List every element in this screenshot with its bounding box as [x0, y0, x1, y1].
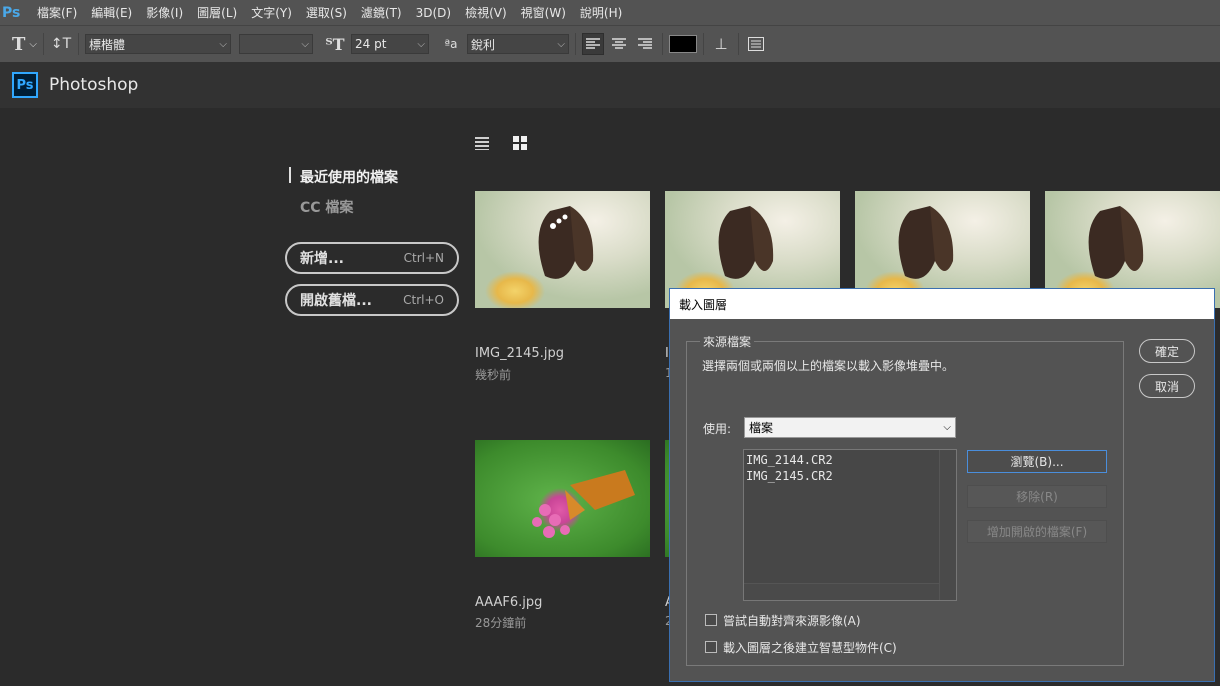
font-size-value: 24 pt [355, 37, 387, 51]
ok-button[interactable]: 確定 [1139, 339, 1195, 363]
open-file-label: 開啟舊檔... [300, 293, 372, 309]
antialias-icon: ªa [444, 37, 458, 51]
list-item[interactable]: IMG_2145.CR2 [746, 468, 954, 484]
use-label: 使用: [703, 422, 732, 436]
skipper-butterfly-photo [532, 470, 635, 538]
panel-icon [748, 37, 764, 51]
cancel-button[interactable]: 取消 [1139, 374, 1195, 398]
toolbar-divider [662, 33, 663, 55]
font-style-select[interactable]: ⌵ [239, 34, 313, 54]
toolbar-divider [575, 33, 576, 55]
cancel-button-label: 取消 [1154, 379, 1179, 394]
align-right-button[interactable] [634, 33, 656, 55]
menu-view[interactable]: 檢視(V) [458, 4, 514, 21]
chevron-down-icon: ⌵ [417, 38, 425, 50]
toolbar-divider [738, 33, 739, 55]
font-size-icon: ᵀT [325, 34, 345, 54]
align-left-icon [586, 38, 600, 49]
open-file-shortcut: Ctrl+O [403, 293, 444, 307]
use-select-value: 檔案 [749, 421, 774, 435]
photoshop-badge-icon: Ps [12, 72, 38, 98]
menu-3d[interactable]: 3D(D) [409, 6, 458, 20]
menu-layer[interactable]: 圖層(L) [190, 4, 244, 21]
load-layers-dialog: 載入圖層 來源檔案 選擇兩個或兩個以上的檔案以載入影像堆疊中。 使用: 檔案 ⌵… [669, 288, 1215, 682]
dialog-titlebar[interactable]: 載入圖層 [670, 289, 1214, 319]
source-file-list[interactable]: IMG_2144.CR2 IMG_2145.CR2 [743, 449, 957, 601]
dialog-title: 載入圖層 [679, 297, 728, 312]
photoshop-logo: Ps [2, 4, 21, 21]
recent-file-time: 幾秒前 [475, 368, 512, 382]
instruction-text: 選擇兩個或兩個以上的檔案以載入影像堆疊中。 [702, 359, 955, 373]
menu-file[interactable]: 檔案(F) [30, 4, 84, 21]
list-item[interactable]: IMG_2144.CR2 [746, 452, 954, 468]
add-open-files-label: 增加開啟的檔案(F) [986, 525, 1088, 539]
browse-button-label: 瀏覽(B)... [1010, 455, 1064, 469]
active-nav-indicator [289, 167, 291, 183]
align-center-button[interactable] [608, 33, 630, 55]
antialias-value: 銳利 [471, 37, 496, 52]
character-panel-button[interactable] [745, 37, 767, 51]
font-family-value: 標楷體 [89, 37, 126, 52]
smart-object-checkbox[interactable] [705, 641, 717, 653]
app-header: Ps Photoshop [0, 62, 1220, 108]
type-tool-icon[interactable]: T [12, 34, 25, 55]
tool-preset-chevron-icon[interactable]: ⌵ [29, 39, 37, 50]
vertical-scrollbar[interactable] [939, 450, 956, 600]
chevron-down-icon: ⌵ [557, 38, 565, 50]
toggle-orientation-icon[interactable]: ↕T [50, 36, 72, 52]
align-center-icon [612, 38, 626, 49]
recent-file-time: 28分鐘前 [475, 616, 527, 630]
new-file-label: 新增... [300, 251, 344, 267]
new-file-button[interactable]: 新增... Ctrl+N [285, 242, 459, 274]
menu-help[interactable]: 說明(H) [573, 4, 629, 21]
menu-bar: Ps 檔案(F) 編輯(E) 影像(I) 圖層(L) 文字(Y) 選取(S) 濾… [0, 0, 1220, 25]
recent-file-thumbnail[interactable] [475, 191, 650, 308]
recent-file-name[interactable]: IMG_2145.jpg [475, 346, 564, 361]
align-left-button[interactable] [582, 33, 604, 55]
recent-file-thumbnail[interactable] [475, 440, 650, 557]
toolbar-divider [78, 33, 79, 55]
app-title: Photoshop [49, 75, 139, 95]
antialias-select[interactable]: 銳利 ⌵ [467, 34, 569, 54]
menu-filter[interactable]: 濾鏡(T) [354, 4, 409, 21]
recent-file-name[interactable]: AAAF6.jpg [475, 595, 542, 610]
menu-edit[interactable]: 編輯(E) [84, 4, 139, 21]
auto-align-checkbox[interactable] [705, 614, 717, 626]
toolbar-divider [43, 33, 44, 55]
nav-recent-files[interactable]: 最近使用的檔案 [300, 167, 398, 187]
font-family-select[interactable]: 標楷體 ⌵ [85, 34, 231, 54]
ok-button-label: 確定 [1154, 344, 1179, 359]
auto-align-label[interactable]: 嘗試自動對齊來源影像(A) [723, 612, 861, 629]
add-open-files-button[interactable]: 增加開啟的檔案(F) [967, 520, 1107, 543]
text-color-swatch[interactable] [669, 35, 697, 53]
list-view-icon[interactable] [475, 135, 489, 154]
remove-button[interactable]: 移除(R) [967, 485, 1107, 508]
chevron-down-icon: ⌵ [301, 38, 309, 50]
chevron-down-icon: ⌵ [943, 422, 951, 433]
menu-type[interactable]: 文字(Y) [244, 4, 299, 21]
font-size-select[interactable]: 24 pt ⌵ [351, 34, 429, 54]
open-file-button[interactable]: 開啟舊檔... Ctrl+O [285, 284, 459, 316]
remove-button-label: 移除(R) [1016, 490, 1058, 504]
menu-image[interactable]: 影像(I) [139, 4, 190, 21]
smart-object-label[interactable]: 載入圖層之後建立智慧型物件(C) [723, 639, 897, 656]
grid-view-icon[interactable] [513, 135, 527, 154]
butterfly-photo [538, 206, 594, 279]
new-file-shortcut: Ctrl+N [403, 251, 444, 265]
horizontal-scrollbar[interactable] [744, 583, 956, 600]
menu-select[interactable]: 選取(S) [299, 4, 354, 21]
nav-cc-files[interactable]: CC 檔案 [300, 197, 353, 217]
align-right-icon [638, 38, 652, 49]
warp-text-icon[interactable]: ⊥ [710, 35, 732, 53]
chevron-down-icon: ⌵ [219, 38, 227, 50]
use-select[interactable]: 檔案 ⌵ [744, 417, 956, 438]
source-files-legend: 來源檔案 [700, 333, 755, 350]
options-bar: T ⌵ ↕T 標楷體 ⌵ ⌵ ᵀT 24 pt ⌵ ªa 銳利 ⌵ ⊥ [0, 25, 1220, 62]
browse-button[interactable]: 瀏覽(B)... [967, 450, 1107, 473]
toolbar-divider [703, 33, 704, 55]
menu-window[interactable]: 視窗(W) [514, 4, 573, 21]
